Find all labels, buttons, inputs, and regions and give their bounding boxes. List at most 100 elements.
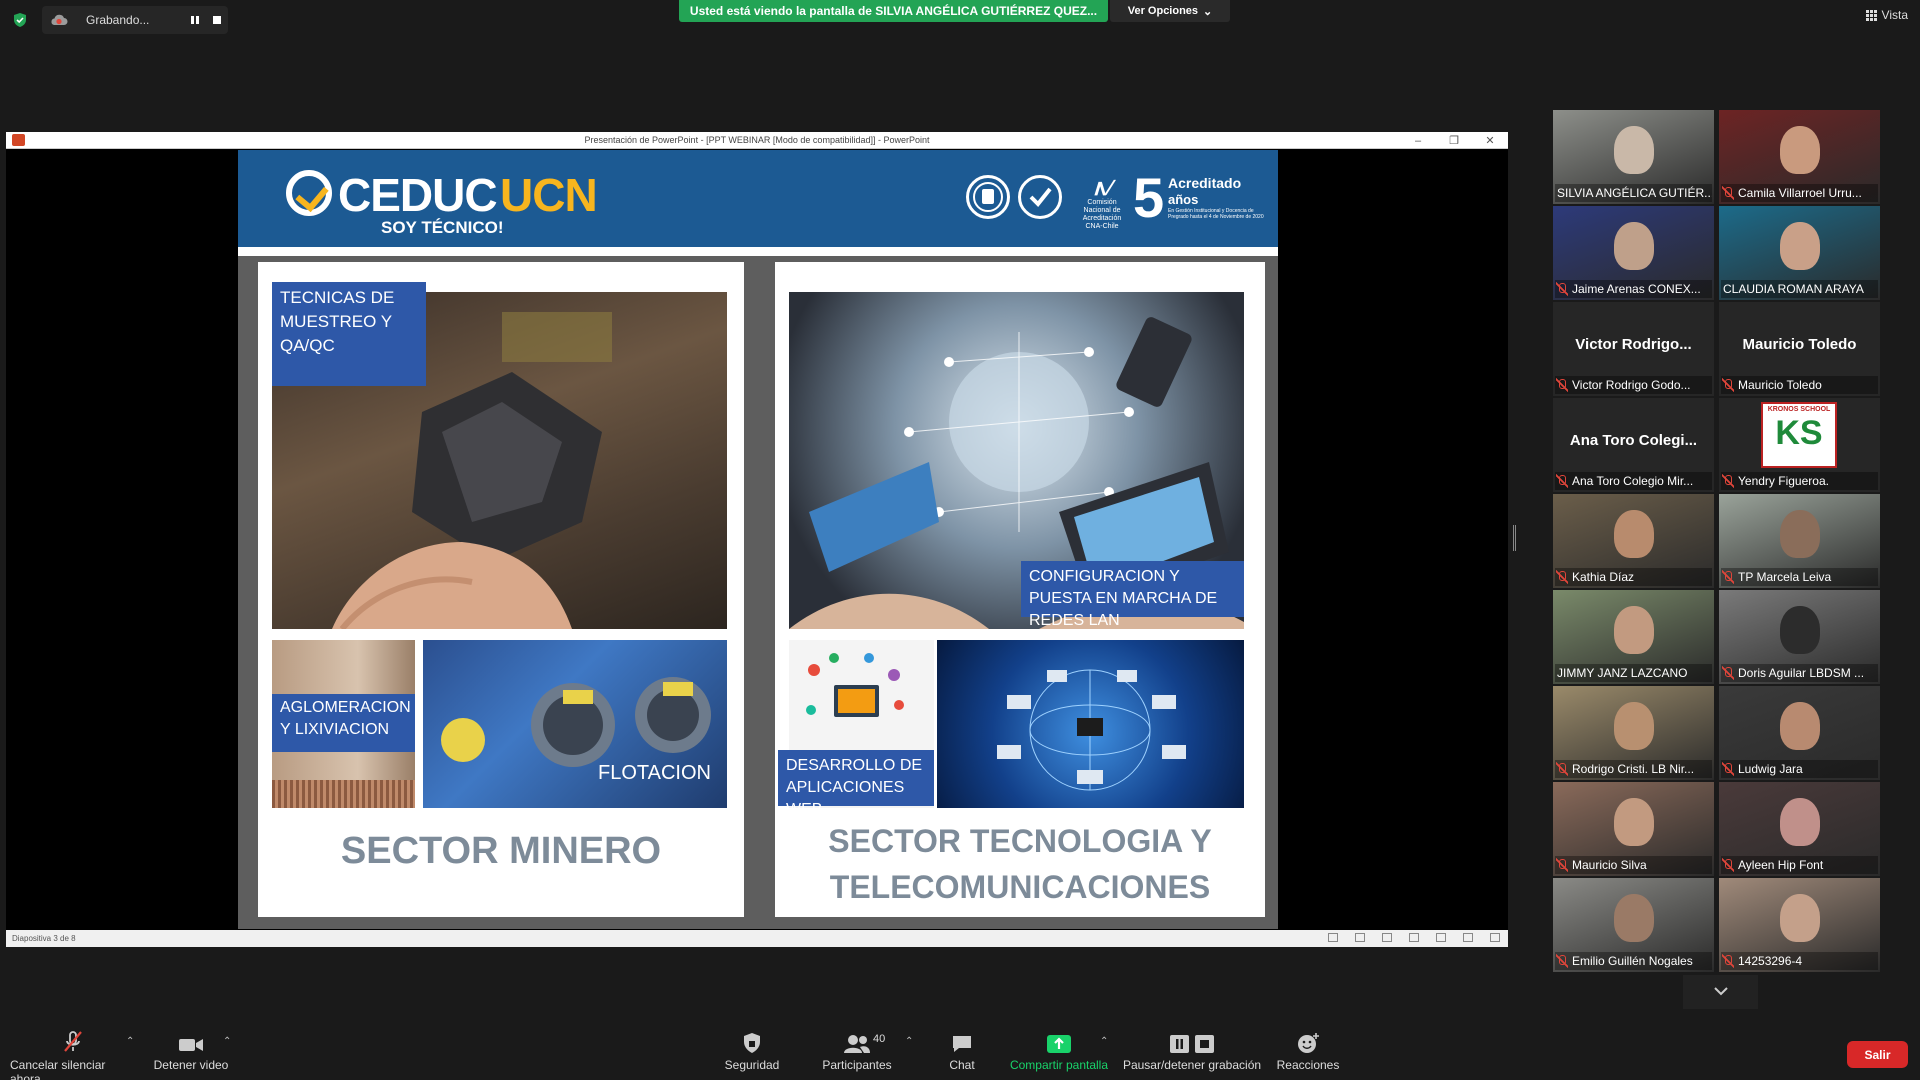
participant-tile[interactable]: JIMMY JANZ LAZCANO — [1553, 590, 1714, 684]
mic-muted-icon — [1722, 954, 1734, 968]
mic-muted-icon — [1556, 954, 1568, 968]
participant-tile[interactable]: Ana Toro Colegi... Ana Toro Colegio Mir..… — [1553, 398, 1714, 492]
participant-tile[interactable]: Mauricio Silva — [1553, 782, 1714, 876]
slide-sorter-icon[interactable] — [1436, 933, 1446, 942]
normal-view-icon[interactable] — [1409, 933, 1419, 942]
participant-caption: SILVIA ANGÉLICA GUTIÉR... — [1555, 184, 1712, 202]
participant-face — [1779, 702, 1820, 750]
panel-resize-handle[interactable] — [1513, 525, 1516, 551]
reading-view-icon[interactable] — [1463, 933, 1473, 942]
close-icon[interactable]: ✕ — [1472, 132, 1508, 149]
quality-seal-icon — [1018, 175, 1062, 219]
mic-muted-icon — [1722, 474, 1734, 488]
cna-mark-icon: ∧∕ — [1092, 175, 1112, 200]
participant-tile[interactable]: Camila Villarroel Urru... — [1719, 110, 1880, 204]
participant-tile[interactable]: Ayleen Hip Font — [1719, 782, 1880, 876]
label-aplicaciones-web: DESARROLLO DE APLICACIONES WEB — [778, 750, 934, 818]
pause-stop-recording-button[interactable]: Pausar/detener grabación — [1122, 1030, 1262, 1072]
recording-indicator: Grabando... — [42, 6, 228, 34]
participant-name: Mauricio Silva — [1572, 858, 1647, 872]
participant-name-display: Mauricio Toledo — [1742, 336, 1857, 353]
unmute-label: Cancelar silenciar ahora — [10, 1058, 106, 1080]
mic-muted-icon — [1722, 186, 1734, 200]
participant-caption: Kathia Díaz — [1555, 568, 1712, 586]
participant-face — [1613, 126, 1654, 174]
brand-ucn: UCN — [500, 169, 598, 221]
slideshow-icon[interactable] — [1490, 933, 1500, 942]
mic-muted-icon — [1722, 378, 1734, 392]
comments-icon[interactable] — [1382, 933, 1392, 942]
ppt-status-bar: Diapositiva 3 de 8 — [6, 930, 1508, 947]
participant-name: JIMMY JANZ LAZCANO — [1557, 666, 1688, 680]
participant-tile[interactable]: SILVIA ANGÉLICA GUTIÉR... — [1553, 110, 1714, 204]
participant-caption: Ludwig Jara — [1721, 760, 1878, 778]
gallery-scroll-down-button[interactable] — [1683, 975, 1758, 1009]
ppt-window-title: Presentación de PowerPoint - [PPT WEBINA… — [584, 135, 930, 145]
participant-tile[interactable]: Rodrigo Cristi. LB Nir... — [1553, 686, 1714, 780]
university-seal-icon — [966, 175, 1010, 219]
accessibility-icon[interactable] — [1328, 933, 1338, 942]
participant-tile[interactable]: Ludwig Jara — [1719, 686, 1880, 780]
participant-tile[interactable]: CLAUDIA ROMAN ARAYA — [1719, 206, 1880, 300]
ppt-title-bar: Presentación de PowerPoint - [PPT WEBINA… — [6, 132, 1508, 149]
pause-recording-button[interactable] — [184, 10, 206, 30]
participant-caption: Mauricio Silva — [1555, 856, 1712, 874]
participants-options-caret[interactable]: ⌃ — [905, 1036, 913, 1047]
powerpoint-icon — [12, 134, 25, 146]
participant-tile[interactable]: Kathia Díaz — [1553, 494, 1714, 588]
restore-icon[interactable]: ❐ — [1436, 132, 1472, 149]
participant-tile[interactable]: TP Marcela Leiva — [1719, 494, 1880, 588]
stop-video-label: Detener video — [153, 1058, 229, 1072]
participant-caption: Ayleen Hip Font — [1721, 856, 1878, 874]
participant-tile[interactable]: Mauricio Toledo Mauricio Toledo — [1719, 302, 1880, 396]
share-screen-button[interactable]: Compartir pantalla — [1007, 1030, 1111, 1072]
unmute-button[interactable]: Cancelar silenciar ahora — [10, 1030, 135, 1080]
participant-name: Ludwig Jara — [1738, 762, 1803, 776]
participant-tile[interactable]: Emilio Guillén Nogales — [1553, 878, 1714, 972]
stop-recording-button[interactable] — [206, 10, 228, 30]
mic-muted-icon — [1556, 378, 1568, 392]
sector-tecnologia-line2: TELECOMUNICACIONES — [829, 869, 1211, 905]
chat-button[interactable]: Chat — [935, 1030, 989, 1072]
mic-muted-icon — [1722, 570, 1734, 584]
chat-bubble-icon — [951, 1030, 973, 1054]
tech-sector-panel: CONFIGURACION Y PUESTA EN MARCHA DE REDE… — [775, 262, 1265, 917]
pause-stop-recording-label: Pausar/detener grabación — [1122, 1058, 1262, 1072]
participant-caption: Yendry Figueroa. — [1721, 472, 1878, 490]
reactions-button[interactable]: Reacciones — [1275, 1030, 1341, 1072]
mic-muted-icon — [1556, 858, 1568, 872]
participant-tile[interactable]: KRONOS SCHOOL KS Yendry Figueroa. — [1719, 398, 1880, 492]
participant-face — [1779, 798, 1820, 846]
slide: CEDUC UCN SOY TÉCNICO! ∧∕ Comisión Nacio… — [238, 150, 1278, 929]
security-shield-icon[interactable] — [12, 12, 28, 28]
notes-icon[interactable] — [1355, 933, 1365, 942]
view-layout-button[interactable]: Vista — [1865, 8, 1908, 22]
minimize-icon[interactable]: – — [1400, 132, 1436, 149]
participant-caption: Emilio Guillén Nogales — [1555, 952, 1712, 970]
participant-tile[interactable]: Jaime Arenas CONEX... — [1553, 206, 1714, 300]
leave-meeting-button[interactable]: Salir — [1847, 1041, 1908, 1068]
participant-caption: Camila Villarroel Urru... — [1721, 184, 1878, 202]
participant-face — [1613, 222, 1654, 270]
network-globe-photo — [937, 640, 1244, 808]
security-button[interactable]: Seguridad — [718, 1030, 786, 1072]
participant-name: Victor Rodrigo Godo... — [1572, 378, 1691, 392]
stop-video-button[interactable]: Detener video — [150, 1030, 232, 1072]
share-options-caret[interactable]: ⌃ — [1100, 1036, 1108, 1047]
participant-tile[interactable]: 14253296-4 — [1719, 878, 1880, 972]
mining-sector-panel: TECNICAS DE MUESTREO Y QA/QC AGLOMERACIO… — [258, 262, 744, 917]
participant-caption: Jaime Arenas CONEX... — [1555, 280, 1712, 298]
view-options-button[interactable]: Ver Opciones ⌄ — [1110, 0, 1230, 22]
video-camera-icon — [178, 1030, 204, 1054]
audio-options-caret[interactable]: ⌃ — [126, 1036, 134, 1047]
participant-tile[interactable]: Doris Aguilar LBDSM ... — [1719, 590, 1880, 684]
participant-name: Mauricio Toledo — [1738, 378, 1822, 392]
cna-logo: ∧∕ Comisión Nacional de Acreditación CNA… — [1076, 175, 1128, 231]
video-options-caret[interactable]: ⌃ — [223, 1036, 231, 1047]
label-aglomeracion: AGLOMERACION Y LIXIVIACION — [272, 694, 415, 752]
participant-caption: Victor Rodrigo Godo... — [1555, 376, 1712, 394]
shield-icon — [742, 1030, 762, 1054]
participant-tile[interactable]: Victor Rodrigo... Victor Rodrigo Godo... — [1553, 302, 1714, 396]
participant-name: 14253296-4 — [1738, 954, 1803, 968]
smiley-plus-icon — [1296, 1030, 1320, 1054]
